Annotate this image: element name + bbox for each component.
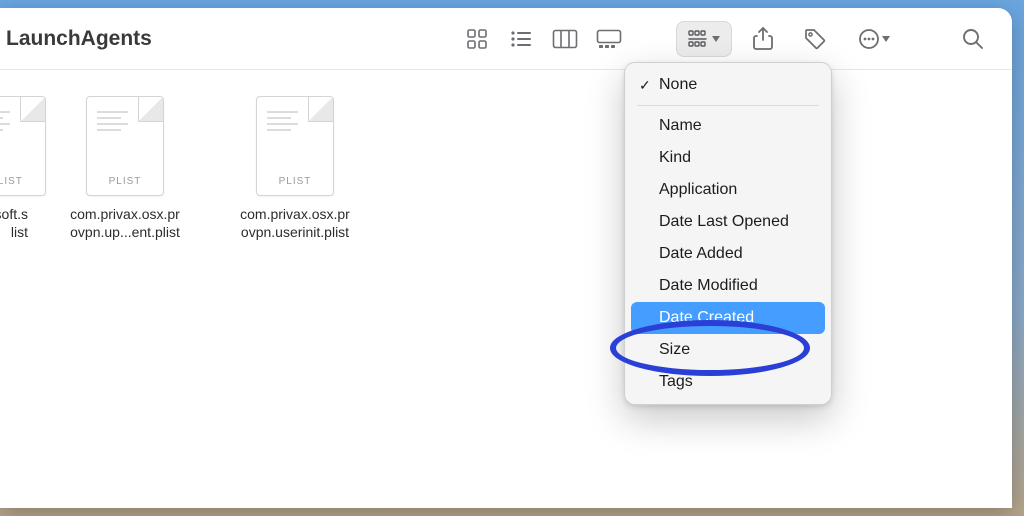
file-item[interactable]: PLIST com.privax.osx.pr ovpn.up...ent.pl… <box>48 96 202 241</box>
menu-item-label: Date Last Opened <box>659 213 789 231</box>
ellipsis-circle-icon <box>858 28 880 50</box>
group-by-button[interactable] <box>676 21 732 57</box>
gallery-view-button[interactable] <box>588 21 630 57</box>
file-item[interactable]: PLIST soft.s list <box>0 96 32 241</box>
plist-file-icon: PLIST <box>0 96 46 196</box>
menu-item-label: Kind <box>659 149 691 167</box>
file-item[interactable]: PLIST com.privax.osx.pr ovpn.userinit.pl… <box>218 96 372 241</box>
menu-item-label: Name <box>659 117 702 135</box>
chevron-down-icon <box>712 36 720 42</box>
menu-item-label: Date Modified <box>659 277 758 295</box>
menu-item-date-modified[interactable]: Date Modified <box>631 270 825 302</box>
menu-item-none[interactable]: ✓ None <box>631 69 825 101</box>
grid-icon <box>466 28 488 50</box>
menu-separator <box>637 105 819 106</box>
menu-item-date-added[interactable]: Date Added <box>631 238 825 270</box>
finder-window: LaunchAgents <box>0 8 1012 508</box>
columns-icon <box>552 29 578 49</box>
menu-item-date-created[interactable]: Date Created <box>631 302 825 334</box>
checkmark-icon: ✓ <box>639 78 651 92</box>
list-icon <box>509 28 533 50</box>
menu-item-label: None <box>659 76 697 94</box>
menu-item-application[interactable]: Application <box>631 174 825 206</box>
menu-item-kind[interactable]: Kind <box>631 142 825 174</box>
file-name-label: com.privax.osx.pr ovpn.userinit.plist <box>218 206 372 241</box>
column-view-button[interactable] <box>544 21 586 57</box>
share-icon <box>753 27 773 51</box>
menu-item-label: Tags <box>659 373 693 391</box>
file-grid: PLIST soft.s list PLIST com.privax.osx.p… <box>0 70 1012 241</box>
action-menu-button[interactable] <box>846 21 902 57</box>
file-browser-content[interactable]: PLIST soft.s list PLIST com.privax.osx.p… <box>0 70 1012 508</box>
menu-item-size[interactable]: Size <box>631 334 825 366</box>
menu-item-name[interactable]: Name <box>631 110 825 142</box>
share-button[interactable] <box>742 21 784 57</box>
window-title: LaunchAgents <box>6 27 152 51</box>
group-icon <box>688 30 710 48</box>
plist-file-icon: PLIST <box>86 96 164 196</box>
file-name-label: soft.s list <box>0 206 32 241</box>
file-name-label: com.privax.osx.pr ovpn.up...ent.plist <box>48 206 202 241</box>
tag-icon <box>803 27 827 51</box>
menu-item-label: Application <box>659 181 737 199</box>
plist-file-icon: PLIST <box>256 96 334 196</box>
group-by-menu: ✓ None Name Kind Application Date Last O… <box>624 62 832 405</box>
menu-item-label: Date Added <box>659 245 743 263</box>
menu-item-tags[interactable]: Tags <box>631 366 825 398</box>
search-button[interactable] <box>952 21 994 57</box>
menu-item-date-last-opened[interactable]: Date Last Opened <box>631 206 825 238</box>
icon-view-button[interactable] <box>456 21 498 57</box>
gallery-icon <box>596 29 622 49</box>
search-icon <box>962 28 984 50</box>
view-mode-group <box>456 21 630 57</box>
chevron-down-icon <box>882 36 890 42</box>
tags-button[interactable] <box>794 21 836 57</box>
toolbar: LaunchAgents <box>0 8 1012 70</box>
list-view-button[interactable] <box>500 21 542 57</box>
menu-item-label: Date Created <box>659 309 754 327</box>
menu-item-label: Size <box>659 341 690 359</box>
